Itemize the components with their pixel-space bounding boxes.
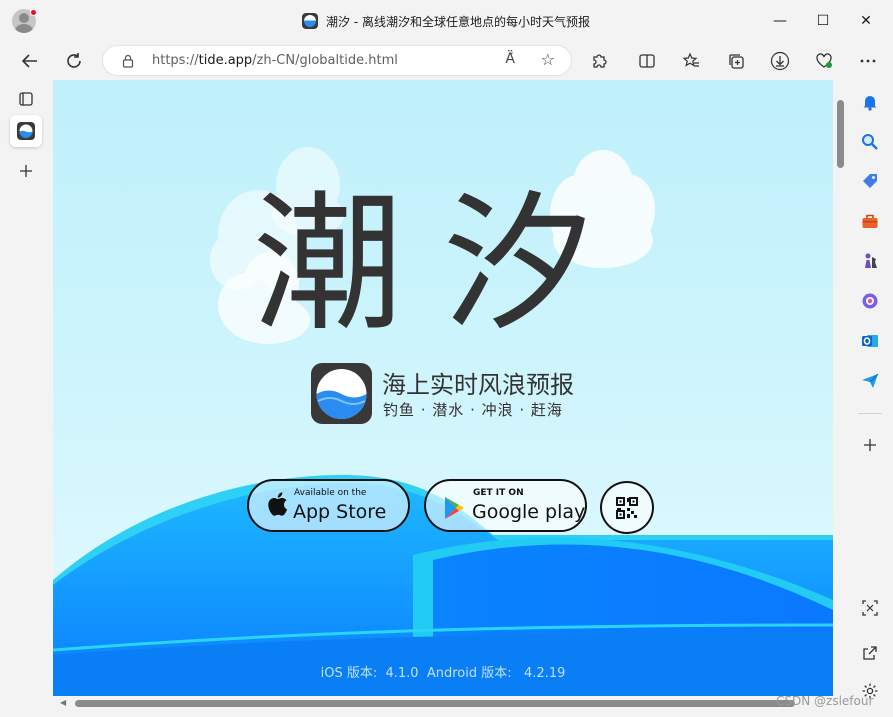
collections-icon bbox=[729, 54, 744, 69]
horizontal-scrollbar[interactable]: ◀ bbox=[53, 696, 833, 710]
tagline: 海上实时风浪预报 bbox=[382, 371, 574, 399]
search-icon bbox=[862, 134, 878, 150]
window-title: 潮汐 - 离线潮汐和全球任意地点的每小时天气预报 bbox=[302, 11, 590, 31]
qr-code-button[interactable] bbox=[600, 481, 654, 534]
extensions-button[interactable] bbox=[585, 48, 613, 74]
browser-essentials-button[interactable] bbox=[810, 48, 838, 74]
plus-icon bbox=[864, 439, 876, 451]
new-tab-button[interactable] bbox=[10, 155, 42, 187]
maximize-button[interactable]: ☐ bbox=[808, 8, 838, 34]
tab-favicon-icon bbox=[302, 13, 318, 29]
app-store-button[interactable]: Available on the App Store bbox=[247, 479, 410, 532]
browser-toolbar: https://tide.app/zh-CN/globaltide.html A… bbox=[0, 42, 893, 80]
app-store-big-text: App Store bbox=[293, 501, 387, 523]
close-button[interactable]: ✕ bbox=[851, 8, 881, 34]
refresh-button[interactable] bbox=[60, 48, 88, 74]
app-logo-icon bbox=[311, 363, 372, 424]
paper-plane-icon bbox=[862, 373, 879, 388]
tab-actions-button[interactable] bbox=[10, 83, 42, 115]
horizontal-scroll-thumb[interactable] bbox=[75, 700, 795, 707]
more-menu-button[interactable] bbox=[854, 48, 882, 74]
split-screen-button[interactable] bbox=[633, 48, 661, 74]
vertical-tab-strip bbox=[0, 80, 52, 717]
toolbox-icon bbox=[862, 214, 878, 228]
downloads-button[interactable] bbox=[766, 48, 794, 74]
tab-actions-icon bbox=[19, 92, 33, 106]
csdn-watermark: CSDN @zslefour bbox=[776, 694, 874, 708]
back-arrow-icon bbox=[21, 54, 37, 68]
puzzle-icon bbox=[593, 54, 607, 68]
url-path: /zh-CN/globaltide.html bbox=[252, 53, 398, 68]
external-link-icon bbox=[863, 646, 877, 660]
app-store-small-text: Available on the bbox=[294, 488, 367, 498]
refresh-icon bbox=[67, 53, 81, 68]
favorites-list-icon bbox=[682, 52, 699, 67]
google-play-big-text: Google play bbox=[472, 501, 586, 523]
right-sidebar bbox=[848, 80, 893, 717]
tide-app-favicon-icon bbox=[17, 122, 35, 140]
brand-row: 海上实时风浪预报 钓鱼 · 潜水 · 冲浪 · 赶海 bbox=[311, 363, 611, 425]
outlook-icon bbox=[862, 335, 878, 347]
search-sidebar-button[interactable] bbox=[859, 131, 881, 153]
download-icon bbox=[770, 51, 790, 71]
sidebar-divider bbox=[858, 413, 882, 414]
window-title-text: 潮汐 - 离线潮汐和全球任意地点的每小时天气预报 bbox=[326, 14, 590, 29]
vertical-scrollbar[interactable] bbox=[833, 80, 848, 696]
collections-button[interactable] bbox=[722, 48, 750, 74]
favorite-star-icon[interactable]: ☆ bbox=[541, 50, 555, 69]
active-tab[interactable] bbox=[10, 115, 42, 147]
send-button[interactable] bbox=[859, 370, 881, 392]
copilot-button[interactable] bbox=[859, 290, 881, 312]
qr-code-icon bbox=[616, 496, 638, 519]
shopping-button[interactable] bbox=[859, 170, 881, 192]
read-aloud-icon[interactable]: Ä́ bbox=[505, 51, 515, 67]
hero-title: 潮汐 bbox=[252, 178, 633, 352]
shopping-tag-icon bbox=[863, 174, 877, 188]
address-bar[interactable]: https://tide.app/zh-CN/globaltide.html A… bbox=[102, 45, 572, 76]
lock-icon bbox=[122, 54, 134, 68]
screenshot-button[interactable] bbox=[859, 597, 881, 619]
url-prefix: https:// bbox=[152, 53, 199, 68]
scroll-left-arrow-icon[interactable]: ◀ bbox=[60, 698, 66, 707]
vertical-scroll-thumb[interactable] bbox=[837, 100, 844, 168]
notifications-button[interactable] bbox=[859, 91, 881, 113]
add-sidebar-app-button[interactable] bbox=[859, 434, 881, 456]
apple-logo-icon bbox=[268, 492, 288, 516]
back-button[interactable] bbox=[16, 48, 44, 74]
games-button[interactable] bbox=[859, 250, 881, 272]
bell-icon bbox=[863, 96, 877, 111]
favorites-button[interactable] bbox=[677, 48, 705, 74]
split-screen-icon bbox=[639, 54, 655, 68]
tools-button[interactable] bbox=[859, 210, 881, 232]
screenshot-icon bbox=[862, 600, 878, 616]
version-info: iOS 版本: 4.1.0 Android 版本: 4.2.19 bbox=[320, 666, 566, 681]
google-play-button[interactable]: GET IT ON Google play bbox=[424, 479, 587, 532]
page-viewport: 潮汐 海上实时风浪预报 钓鱼 · 潜水 · 冲浪 · 赶海 Available … bbox=[53, 80, 833, 696]
copilot-icon bbox=[862, 293, 878, 309]
chess-piece-icon bbox=[865, 253, 877, 268]
outlook-button[interactable] bbox=[859, 330, 881, 352]
url-host: tide.app bbox=[198, 53, 253, 68]
heart-pulse-icon bbox=[816, 53, 832, 68]
google-play-small-text: GET IT ON bbox=[473, 488, 524, 498]
title-bar: 潮汐 - 离线潮汐和全球任意地点的每小时天气预报 — ☐ ✕ bbox=[0, 0, 893, 42]
open-external-button[interactable] bbox=[859, 642, 881, 664]
google-play-logo-icon bbox=[445, 497, 464, 519]
minimize-button[interactable]: — bbox=[765, 8, 795, 34]
plus-icon bbox=[20, 165, 32, 177]
activities-subline: 钓鱼 · 潜水 · 冲浪 · 赶海 bbox=[383, 401, 563, 419]
notification-dot bbox=[30, 9, 37, 16]
more-dots-icon bbox=[860, 59, 876, 63]
url-text: https://tide.app/zh-CN/globaltide.html bbox=[152, 53, 398, 68]
